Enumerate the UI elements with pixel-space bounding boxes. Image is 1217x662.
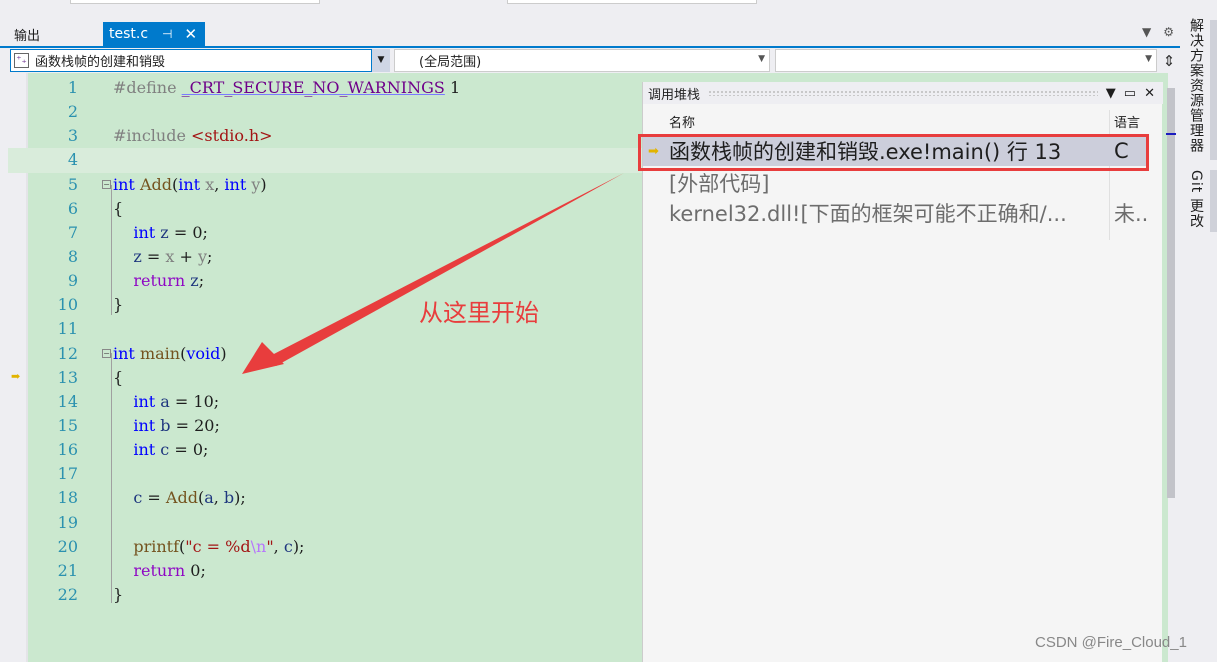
column-header-language[interactable]: 语言 [1114,112,1140,131]
top-input-left[interactable] [70,0,320,4]
side-tab-bar [1210,20,1217,160]
code-line: 11 [8,317,648,341]
line-number: 19 [57,512,78,532]
code-line: ➡ 13{ [8,366,648,390]
code-line: 21 return 0; [8,559,648,583]
line-number: 5 [67,174,78,194]
line-number: 17 [57,464,78,484]
line-number: 20 [57,536,78,556]
line-number: 6 [67,198,78,218]
project-combo[interactable]: ⁺₊ 函数栈帧的创建和销毁 [10,49,372,72]
line-number: 3 [67,126,78,146]
chevron-down-icon: ▼ [758,54,765,64]
call-stack-row[interactable]: kernel32.dll![下面的框架可能不正确和/... 未.. [643,198,1148,228]
side-tab-solution-explorer[interactable]: 解决方案资源管理器 [1186,18,1206,153]
annotation-text: 从这里开始 [419,299,539,327]
line-number: 4 [67,150,78,170]
line-number: 15 [57,415,78,435]
collapse-icon[interactable]: − [102,179,111,189]
line-number: 10 [57,295,78,315]
line-number: 9 [67,271,78,291]
side-tool-tabs: 解决方案资源管理器 Git 更改 [1180,0,1217,662]
code-line: 12− int main(void) [8,342,648,366]
member-combo[interactable]: ▼ [775,49,1157,72]
code-line: 2 [8,100,648,124]
code-line: 14 int a = 10; [8,390,648,414]
code-line: 18 c = Add(a, b); [8,486,648,510]
code-line: 1 #define _CRT_SECURE_NO_WARNINGS 1 [8,76,648,100]
line-number: 16 [57,440,78,460]
maximize-icon[interactable]: ▭ [1124,86,1136,101]
tab-list-dropdown-icon[interactable]: ▼ [1142,25,1151,39]
column-header-name[interactable]: 名称 [669,112,695,131]
call-stack-title: 调用堆栈 [648,87,701,103]
code-line: 5− int Add(int x, int y) [8,173,648,197]
code-line: 10} [8,293,648,317]
tab-test-c[interactable]: test.c ⊣ ✕ [103,22,205,46]
collapse-icon[interactable]: − [102,348,111,358]
line-number: 18 [57,488,78,508]
code-line: 8 z = x + y; [8,245,648,269]
vertical-scrollbar[interactable] [1167,88,1175,498]
code-line: 16 int c = 0; [8,438,648,462]
frame-name: kernel32.dll![下面的框架可能不正确和/... [669,202,1067,226]
close-icon[interactable]: ✕ [1144,86,1155,101]
code-line: 17 [8,462,648,486]
close-icon[interactable]: ✕ [185,25,198,43]
code-line: 3 #include <stdio.h> [8,124,648,148]
drag-grip[interactable] [708,90,1098,96]
code-line: 19 [8,511,648,535]
code-line: 6{ [8,197,648,221]
line-number: 7 [67,222,78,242]
code-line: 15 int b = 20; [8,414,648,438]
split-window-icon[interactable]: ⇕ [1159,50,1179,72]
code-line: 20 printf("c = %d\n", c); [8,535,648,559]
gear-icon[interactable]: ⚙ [1163,25,1174,39]
side-tab-git-changes[interactable]: Git 更改 [1186,170,1206,229]
line-number: 2 [67,102,78,122]
window-menu-dropdown-icon[interactable]: ▼ [1106,86,1116,101]
call-stack-title-bar[interactable]: 调用堆栈 ▼ ▭ ✕ [643,82,1163,104]
tab-label: test.c [109,26,149,42]
scroll-marker [1166,133,1176,135]
watermark: CSDN @Fire_Cloud_1 [1035,634,1187,651]
code-line: 7 int z = 0; [8,221,648,245]
line-number: 1 [67,78,78,97]
project-icon: ⁺₊ [14,53,29,68]
scope-combo[interactable]: (全局范围) ▼ [394,49,770,72]
current-statement-arrow-icon: ➡ [11,369,21,383]
frame-language: 未.. [1114,202,1149,226]
scope-value: (全局范围) [419,55,482,70]
document-tab-bar: 输出 test.c ⊣ ✕ ▼ ⚙ [0,22,1180,46]
call-stack-row[interactable]: [外部代码] [643,168,1148,198]
frame-name: [外部代码] [669,172,770,196]
line-number: 14 [57,391,78,411]
tab-output[interactable]: 输出 [14,25,40,44]
code-line: 22} [8,583,648,607]
top-input-right[interactable] [507,0,757,4]
line-number: 12 [57,343,78,363]
code-line-current: 4 [8,148,648,173]
chevron-down-icon: ▼ [1145,54,1152,64]
code-lines: 1 #define _CRT_SECURE_NO_WARNINGS 1 2 3 #i… [8,76,648,607]
call-stack-header: 名称 语言 [643,110,1153,240]
line-number: 11 [57,319,78,339]
line-number: 21 [57,560,78,580]
project-dropdown-icon[interactable]: ▼ [372,49,390,72]
side-tab-bar [1210,170,1217,232]
line-number: 13 [57,367,78,387]
line-number: 22 [57,584,78,604]
code-line: 9 return z; [8,269,648,293]
navigation-bar: ⁺₊ 函数栈帧的创建和销毁 ▼ (全局范围) ▼ ▼ ⇕ [8,48,1180,73]
pin-icon[interactable]: ⊣ [162,27,172,41]
annotation-highlight-box [638,134,1149,171]
line-number: 8 [67,246,78,266]
project-name: 函数栈帧的创建和销毁 [35,55,166,70]
